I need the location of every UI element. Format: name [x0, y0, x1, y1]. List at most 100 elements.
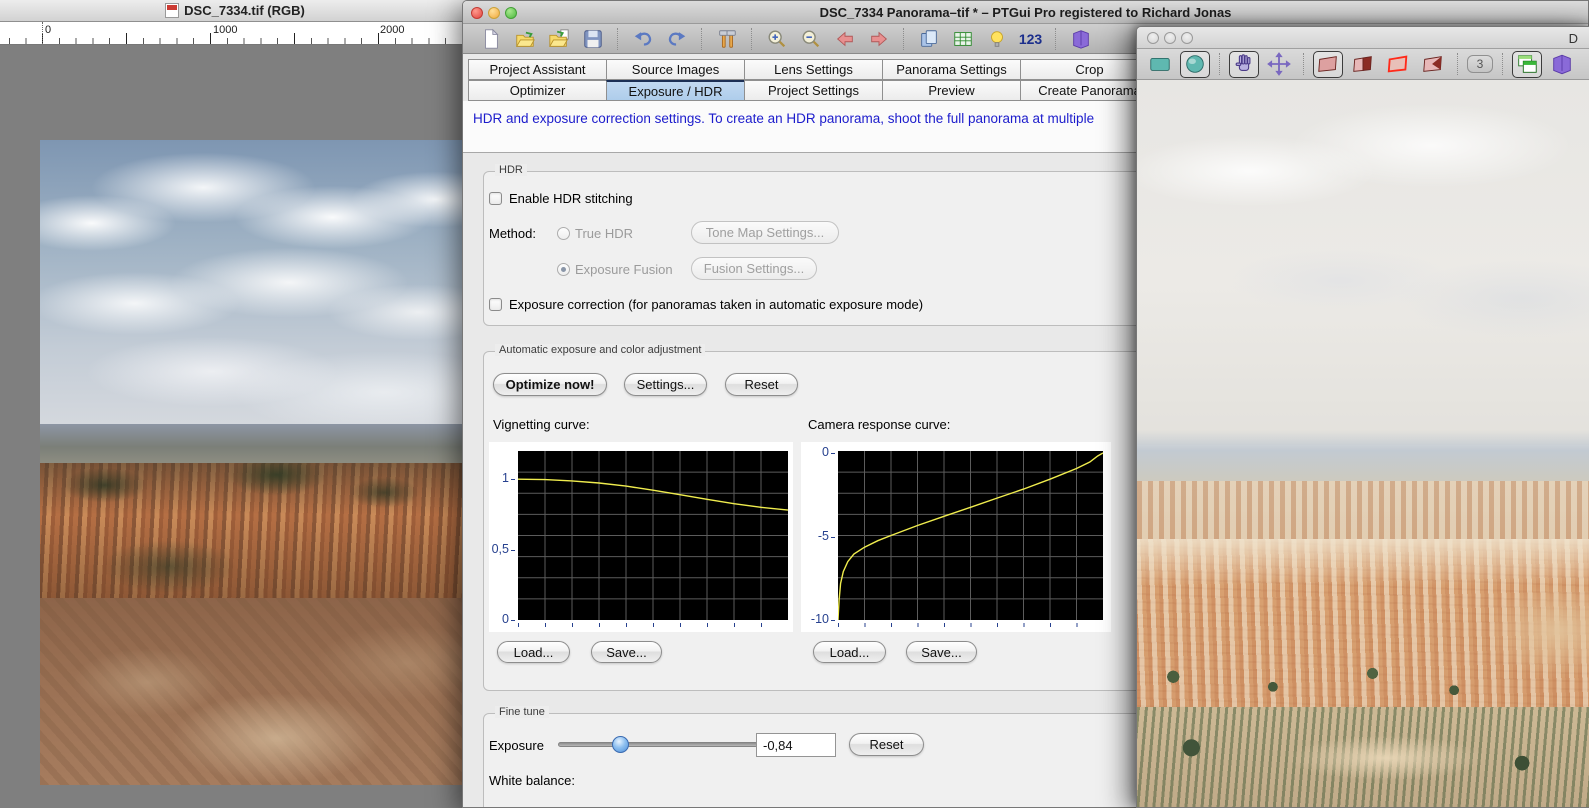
move-tool-icon[interactable] — [1264, 51, 1294, 78]
pano-valley-floor — [1137, 707, 1589, 808]
settings-button[interactable]: Settings... — [624, 373, 707, 396]
tab-row-2: Optimizer Exposure / HDR Project Setting… — [469, 80, 1159, 101]
fine-tune-reset-button[interactable]: Reset — [849, 733, 924, 756]
image-number-badge[interactable]: 3 — [1467, 55, 1493, 73]
vignetting-curve-chart: 10,50 — [489, 442, 793, 632]
tab-project-settings[interactable]: Project Settings — [744, 80, 883, 101]
windows-icon[interactable] — [1512, 51, 1542, 78]
duplicate-icon[interactable] — [915, 26, 942, 51]
flat-projection-icon[interactable] — [1145, 51, 1175, 78]
editor-titlebar: D — [1137, 27, 1589, 49]
vignetting-save-button[interactable]: Save... — [591, 641, 662, 663]
tab-source-images[interactable]: Source Images — [606, 59, 745, 80]
tab-label: Preview — [928, 83, 974, 98]
description-text: HDR and exposure correction settings. To… — [473, 111, 1094, 126]
tools-icon[interactable] — [713, 26, 740, 51]
response-y-axis: 0-5-10 — [801, 442, 836, 632]
tab-project-assistant[interactable]: Project Assistant — [468, 59, 607, 80]
table-icon[interactable] — [949, 26, 976, 51]
tab-row-1: Project Assistant Source Images Lens Set… — [469, 59, 1159, 80]
tab-label: Project Assistant — [489, 62, 585, 77]
open-project-icon[interactable] — [511, 26, 538, 51]
image-canvas — [0, 45, 470, 808]
tab-preview[interactable]: Preview — [882, 80, 1021, 101]
help-book-icon[interactable] — [1067, 26, 1094, 51]
undo-icon[interactable] — [629, 26, 656, 51]
numeric-123-label: 123 — [1019, 31, 1042, 47]
numeric-123-icon[interactable]: 123 — [1017, 26, 1044, 51]
image-mode-2-icon[interactable] — [1348, 51, 1378, 78]
zoom-in-icon[interactable] — [763, 26, 790, 51]
panorama-preview-image[interactable] — [1137, 80, 1589, 808]
tab-label: Create Panorama — [1038, 83, 1141, 98]
image-mode-1-icon[interactable] — [1313, 51, 1343, 78]
tab-panorama-settings[interactable]: Panorama Settings — [882, 59, 1021, 80]
photo-foreground-slope — [40, 598, 470, 785]
new-project-icon[interactable] — [477, 26, 504, 51]
response-plot — [838, 451, 1103, 620]
tab-lens-settings[interactable]: Lens Settings — [744, 59, 883, 80]
exposure-value-field[interactable]: -0,84 — [756, 733, 836, 757]
editor-title: D — [1569, 31, 1578, 46]
toolbar-separator — [1457, 53, 1458, 75]
toolbar-separator — [701, 28, 702, 50]
y-tick-label: 1 — [502, 471, 509, 485]
response-load-button[interactable]: Load... — [813, 641, 886, 663]
toolbar-separator — [1219, 53, 1220, 75]
tone-map-settings-button[interactable]: Tone Map Settings... — [691, 221, 839, 244]
exposure-slider[interactable] — [558, 742, 758, 747]
image-mode-4-icon[interactable] — [1418, 51, 1448, 78]
optimize-now-button[interactable]: Optimize now! — [493, 373, 607, 396]
hand-tool-icon[interactable] — [1229, 51, 1259, 78]
pano-distant-mountains — [1137, 430, 1589, 488]
window-title: DSC_7334 Panorama–tif * – PTGui Pro regi… — [463, 5, 1588, 20]
spherical-projection-icon[interactable] — [1180, 51, 1210, 78]
lightbulb-icon[interactable] — [983, 26, 1010, 51]
vignetting-y-axis: 10,50 — [489, 442, 516, 632]
forward-icon[interactable] — [865, 26, 892, 51]
enable-hdr-checkbox[interactable] — [489, 192, 502, 205]
horizontal-ruler: 0 1000 2000 — [0, 22, 470, 45]
ruler-tick-label: 0 — [45, 24, 51, 36]
vignetting-x-ticks — [518, 623, 788, 627]
toolbar-separator — [1303, 53, 1304, 75]
method-label: Method: — [489, 226, 536, 241]
tab-label: Project Settings — [768, 83, 859, 98]
tab-label: Crop — [1075, 62, 1103, 77]
true-hdr-radio[interactable] — [557, 227, 570, 240]
ruler-tick-label: 2000 — [380, 24, 404, 36]
tab-label: Source Images — [632, 62, 719, 77]
minimize-button[interactable] — [1164, 32, 1176, 44]
image-mode-3-icon[interactable] — [1383, 51, 1413, 78]
zoom-out-icon[interactable] — [797, 26, 824, 51]
exposure-fusion-radio[interactable] — [557, 263, 570, 276]
image-viewer-titlebar: DSC_7334.tif (RGB) — [0, 0, 470, 22]
photo-canyon-hoodoos — [40, 463, 470, 611]
vignetting-load-button[interactable]: Load... — [497, 641, 570, 663]
save-project-icon[interactable] — [579, 26, 606, 51]
tab-optimizer[interactable]: Optimizer — [468, 80, 607, 101]
tab-label: Lens Settings — [774, 62, 853, 77]
y-tick-label: 0 — [822, 445, 829, 459]
fusion-settings-button[interactable]: Fusion Settings... — [691, 257, 817, 280]
back-icon[interactable] — [831, 26, 858, 51]
vignetting-curve-label: Vignetting curve: — [493, 417, 590, 432]
pano-sky — [1137, 80, 1589, 445]
toolbar-separator — [903, 28, 904, 50]
tab-exposure-hdr[interactable]: Exposure / HDR — [606, 80, 745, 101]
open-recent-icon[interactable] — [545, 26, 572, 51]
ruler-tick-label: 1000 — [213, 24, 237, 36]
tab-label: Exposure / HDR — [629, 84, 723, 99]
reset-button[interactable]: Reset — [725, 373, 798, 396]
redo-icon[interactable] — [663, 26, 690, 51]
white-balance-label: White balance: — [489, 773, 575, 788]
response-save-button[interactable]: Save... — [906, 641, 977, 663]
zoom-button[interactable] — [1181, 32, 1193, 44]
close-button[interactable] — [1147, 32, 1159, 44]
toolbar-separator — [617, 28, 618, 50]
help-book-icon[interactable] — [1547, 51, 1577, 78]
exposure-correction-checkbox[interactable] — [489, 298, 502, 311]
tiff-file-icon — [165, 3, 179, 18]
auto-exposure-group-label: Automatic exposure and color adjustment — [495, 344, 705, 356]
fine-tune-group-label: Fine tune — [495, 706, 549, 718]
